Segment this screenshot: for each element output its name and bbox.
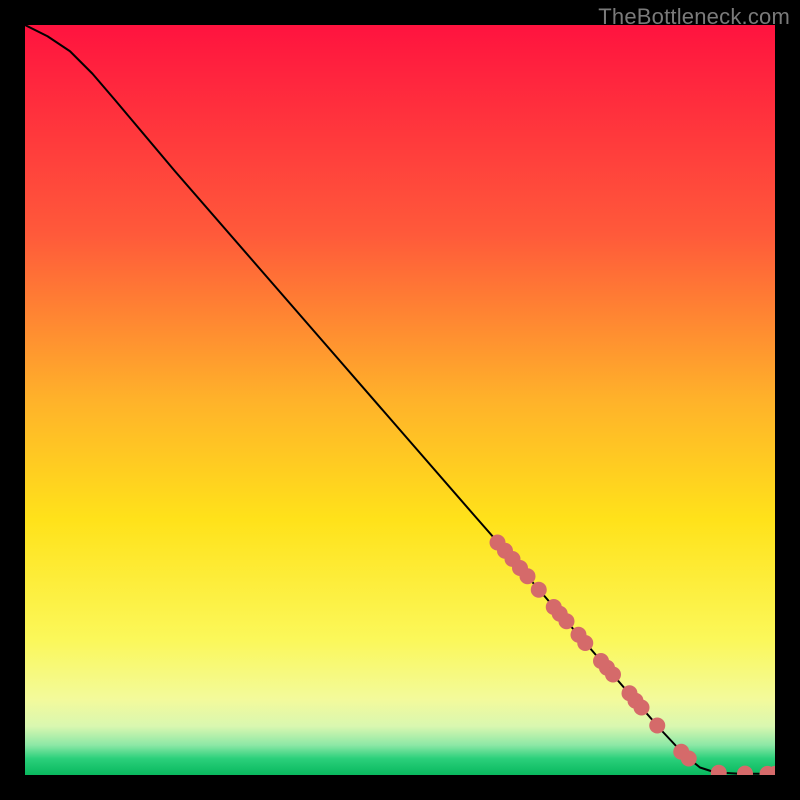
data-marker xyxy=(634,700,650,716)
data-marker xyxy=(649,718,665,734)
data-marker xyxy=(577,635,593,651)
data-marker xyxy=(559,613,575,629)
bottleneck-chart xyxy=(0,0,800,800)
data-marker xyxy=(681,751,697,767)
data-marker xyxy=(520,568,536,584)
watermark-label: TheBottleneck.com xyxy=(598,4,790,30)
chart-gradient-background xyxy=(25,25,775,775)
data-marker xyxy=(605,667,621,683)
chart-container: TheBottleneck.com xyxy=(0,0,800,800)
data-marker xyxy=(531,582,547,598)
